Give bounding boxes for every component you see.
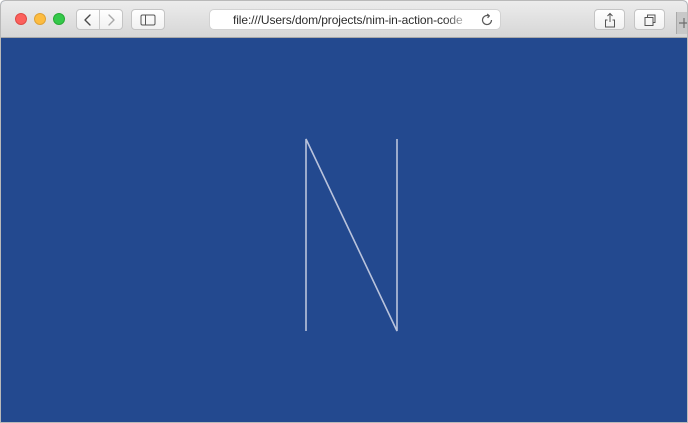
chevron-left-icon [84,13,91,26]
url-text[interactable]: file:///Users/dom/projects/nim-in-action… [233,13,473,27]
browser-toolbar: file:///Users/dom/projects/nim-in-action… [1,1,687,38]
forward-button[interactable] [100,10,122,29]
tabs-icon [644,14,655,26]
share-button[interactable] [594,9,625,30]
navigation-buttons [76,9,123,30]
show-tabs-button[interactable] [634,9,665,30]
page-content [1,39,687,422]
address-bar[interactable]: file:///Users/dom/projects/nim-in-action… [209,9,501,30]
close-window-button[interactable] [15,13,27,25]
browser-window: file:///Users/dom/projects/nim-in-action… [0,0,688,423]
maximize-window-button[interactable] [53,13,65,25]
letter-n-stroke [305,138,398,332]
minimize-window-button[interactable] [34,13,46,25]
chevron-right-icon [108,13,115,26]
share-icon [604,12,615,27]
sidebar-icon [140,14,156,25]
new-tab-button[interactable] [676,12,687,34]
sidebar-toggle-button[interactable] [131,9,165,30]
back-button[interactable] [77,10,100,29]
reload-icon[interactable] [479,12,495,28]
plus-icon [678,18,687,28]
canvas-drawing [305,138,398,332]
